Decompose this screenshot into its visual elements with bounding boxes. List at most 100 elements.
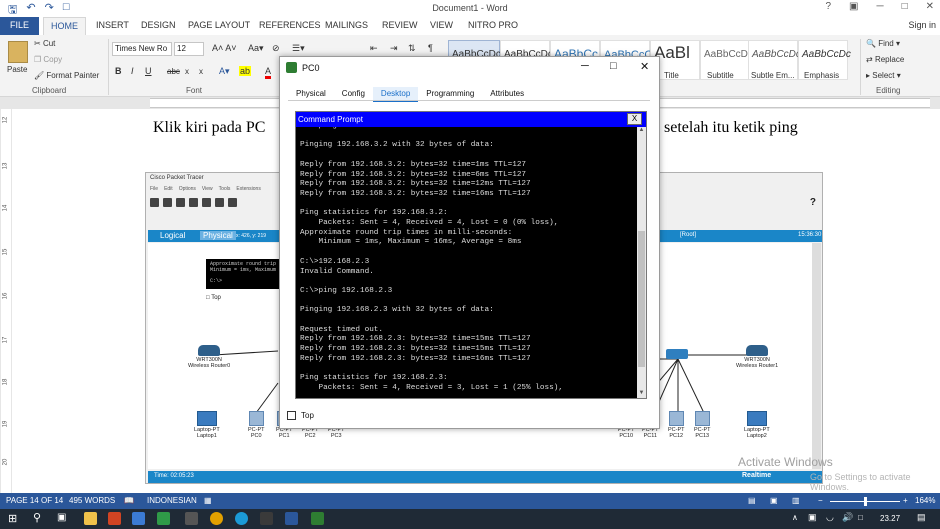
word-icon[interactable]	[285, 512, 298, 525]
minimize-button[interactable]: ─	[876, 1, 883, 12]
font-color-icon[interactable]: A	[265, 66, 272, 79]
cut-button[interactable]: ✂ Cut	[34, 39, 55, 48]
tab-design[interactable]: DESIGN	[141, 20, 176, 30]
copy-button[interactable]: ❐ Copy	[34, 55, 62, 64]
style-subtle-emphasis[interactable]: AaBbCcDc Subtle Em...	[748, 40, 801, 80]
highlight-icon[interactable]: ab	[239, 66, 252, 76]
app-icon[interactable]	[157, 512, 170, 525]
macro-icon[interactable]: ▦	[204, 496, 212, 505]
scroll-up-icon[interactable]: ▲	[637, 127, 646, 135]
paste-button[interactable]: Paste	[7, 65, 27, 74]
print-layout-icon[interactable]: ▣	[770, 496, 778, 505]
superscript-button[interactable]: x	[199, 67, 203, 76]
checkbox-box[interactable]	[287, 411, 296, 420]
task-view-icon[interactable]: ▣	[57, 512, 66, 523]
search-icon[interactable]: ⚲	[33, 511, 41, 524]
web-layout-icon[interactable]: ▥	[792, 496, 800, 505]
underline-button[interactable]: U	[145, 66, 152, 76]
tab-mailings[interactable]: MAILINGS	[325, 20, 368, 30]
sign-in-link[interactable]: Sign in	[908, 20, 936, 30]
scroll-thumb[interactable]	[638, 231, 645, 367]
powerpoint-icon[interactable]	[108, 512, 121, 525]
replace-button[interactable]: ⇄ Replace	[866, 55, 904, 64]
top-checkbox[interactable]: Top	[287, 411, 314, 420]
increase-indent-icon[interactable]: ⇥	[390, 43, 398, 54]
bold-button[interactable]: B	[115, 66, 122, 76]
font-name-select[interactable]: Times New Ro	[112, 42, 172, 56]
word-count[interactable]: 495 WORDS	[69, 496, 115, 505]
ruler-number: 18	[2, 378, 9, 386]
pc0-window[interactable]: PC0 ─ □ ✕ Physical Config Desktop Progra…	[279, 56, 660, 429]
command-prompt[interactable]: Command Prompt X C:\>ping 192.168.3.2 Pin…	[295, 111, 647, 399]
file-explorer-icon[interactable]	[84, 512, 97, 525]
ruler-number: 17	[2, 336, 9, 344]
maximize-button[interactable]: □	[610, 60, 617, 72]
paste-icon[interactable]	[8, 41, 28, 63]
clear-format-icon[interactable]: ⊘	[272, 43, 280, 54]
close-button[interactable]: ✕	[926, 1, 934, 12]
grow-font-button[interactable]: A˄ A˅	[212, 43, 237, 53]
windows-start-icon[interactable]: ⊞	[8, 512, 17, 525]
pilcrow-icon[interactable]: ¶	[428, 43, 433, 53]
language-indicator[interactable]: INDONESIAN	[147, 496, 197, 505]
tab-home[interactable]: HOME	[43, 17, 86, 36]
ribbon-display-button[interactable]: ▣	[849, 1, 858, 12]
tab-page-layout[interactable]: PAGE LAYOUT	[188, 20, 250, 30]
page-count[interactable]: PAGE 14 OF 14	[6, 496, 63, 505]
command-prompt-close-button[interactable]: X	[627, 113, 642, 125]
tab-view[interactable]: VIEW	[430, 20, 453, 30]
divider	[860, 39, 861, 95]
bullets-icon[interactable]: ☰▾	[292, 43, 305, 54]
minimize-button[interactable]: ─	[581, 60, 589, 72]
tab-review[interactable]: REVIEW	[382, 20, 418, 30]
strikethrough-button[interactable]: abc	[167, 67, 180, 76]
style-emphasis[interactable]: AaBbCcDc Emphasis	[798, 40, 851, 80]
cmd-output-line: Pinging 192.168.3.2 with 32 bytes of dat…	[300, 141, 494, 150]
text-effects-icon[interactable]: A▾	[219, 66, 230, 77]
maximize-button[interactable]: □	[902, 1, 908, 12]
language-icon[interactable]: □	[858, 513, 863, 522]
network-icon[interactable]: ◡	[826, 512, 834, 523]
tab-insert[interactable]: INSERT	[96, 20, 129, 30]
edge-icon[interactable]	[235, 512, 248, 525]
italic-button[interactable]: I	[131, 66, 134, 76]
device-label: Laptop2	[746, 433, 767, 439]
tab-references[interactable]: REFERENCES	[259, 20, 321, 30]
font-size-select[interactable]: 12	[174, 42, 204, 56]
zoom-in-button[interactable]: +	[903, 496, 908, 505]
sort-icon[interactable]: ⇅	[408, 43, 416, 54]
editing-group-label: Editing	[876, 86, 901, 95]
select-button[interactable]: ▸ Select ▾	[866, 71, 901, 80]
app-icon[interactable]	[260, 512, 273, 525]
decrease-indent-icon[interactable]: ⇤	[370, 43, 378, 54]
find-button[interactable]: 🔍 Find ▾	[866, 39, 900, 48]
change-case-button[interactable]: Aa▾	[248, 43, 264, 54]
tray-chevron-icon[interactable]: ∧	[792, 513, 798, 522]
tray-icon[interactable]: ▣	[808, 512, 817, 523]
style-subtitle[interactable]: AaBbCcD Subtitle	[700, 40, 750, 80]
packet-tracer-icon[interactable]	[311, 512, 324, 525]
subscript-button[interactable]: x	[185, 67, 189, 76]
help-button[interactable]: ?	[825, 1, 831, 12]
tab-nitro-pro[interactable]: NITRO PRO	[468, 20, 518, 30]
volume-icon[interactable]: 🔊	[842, 512, 853, 523]
pc0-titlebar[interactable]: PC0 ─ □ ✕	[280, 57, 659, 79]
zoom-slider-thumb[interactable]	[864, 497, 867, 506]
chrome-icon[interactable]	[210, 512, 223, 525]
zoom-out-button[interactable]: −	[818, 496, 823, 505]
notification-icon[interactable]: ▤	[917, 512, 926, 523]
command-output[interactable]: C:\>ping 192.168.3.2 Pinging 192.168.3.2 …	[296, 127, 636, 398]
scroll-down-icon[interactable]: ▼	[637, 390, 646, 398]
read-mode-icon[interactable]: ▤	[748, 496, 756, 505]
style-sample: AaBbCcD	[704, 49, 748, 60]
close-button[interactable]: ✕	[640, 60, 649, 73]
cut-label: Cut	[42, 39, 56, 48]
taskbar-clock[interactable]: 23.27	[880, 514, 900, 523]
command-scrollbar[interactable]: ▲ ▼	[637, 127, 646, 398]
format-painter-button[interactable]: 🖌 Format Painter	[34, 71, 99, 80]
app-icon[interactable]	[132, 512, 145, 525]
tab-file[interactable]: FILE	[0, 17, 39, 35]
proofing-icon[interactable]: 📖	[124, 496, 134, 505]
app-icon[interactable]	[185, 512, 198, 525]
zoom-level[interactable]: 164%	[915, 496, 935, 505]
